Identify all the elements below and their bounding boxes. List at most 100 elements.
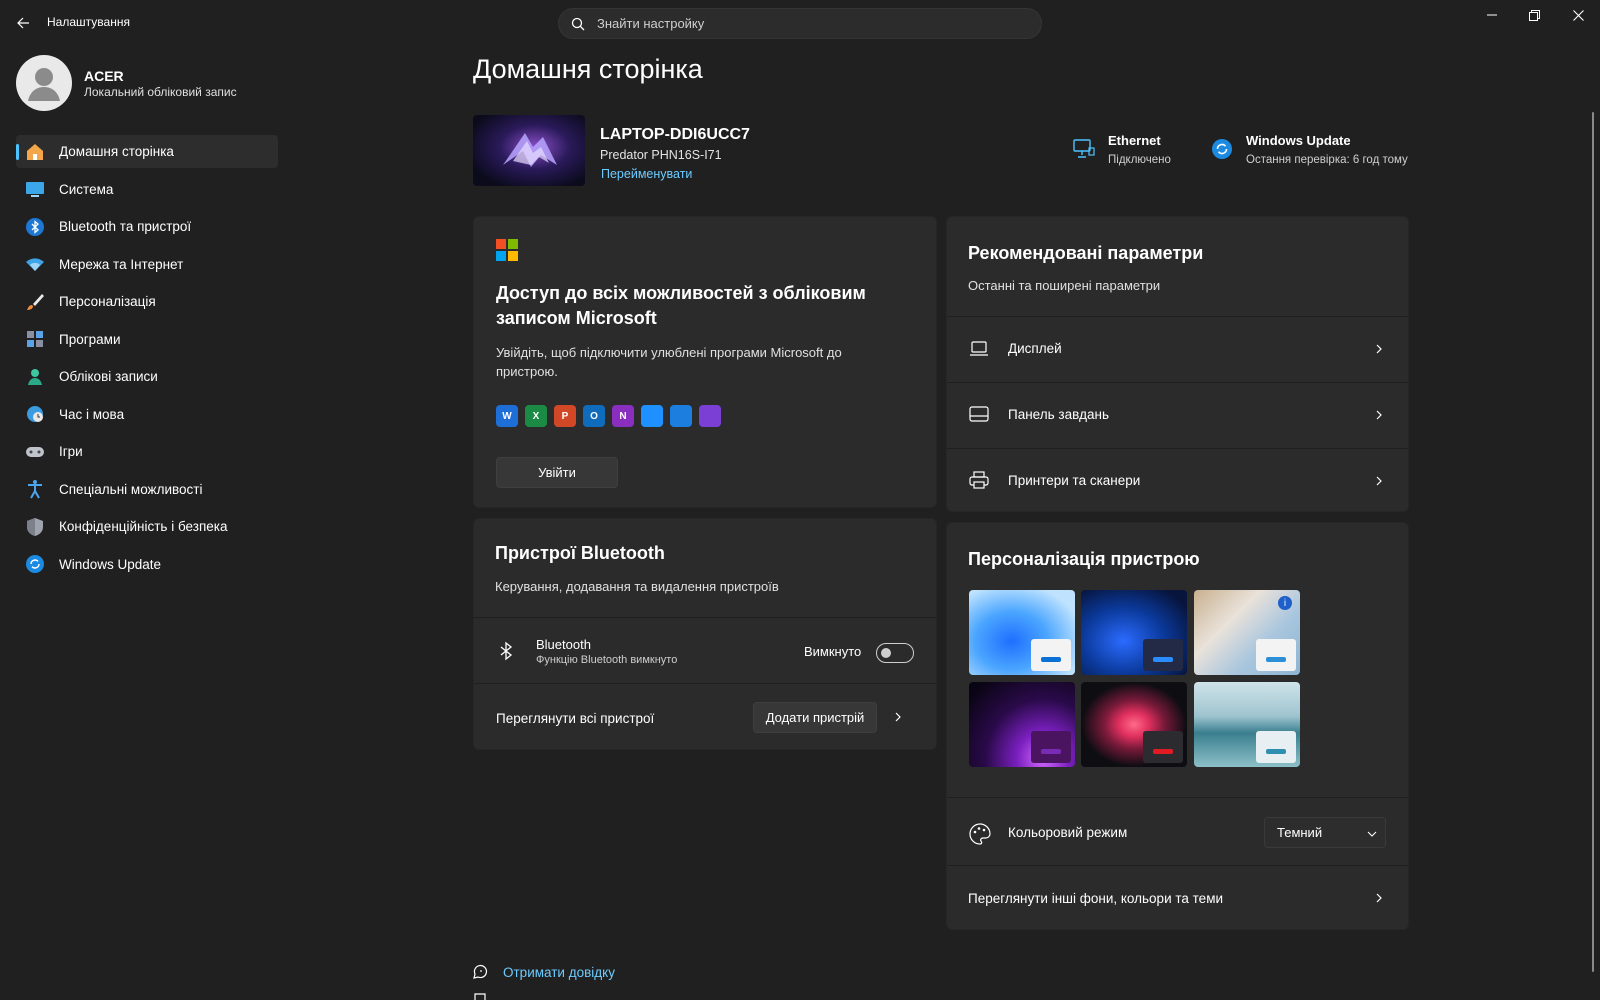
defender-icon <box>670 405 692 427</box>
search-icon <box>571 17 585 30</box>
laptop-icon <box>970 341 988 356</box>
theme-preview-window <box>1143 639 1183 671</box>
recommended-item-label: Принтери та сканери <box>1008 473 1141 488</box>
recommended-item-printers[interactable]: Принтери та сканери <box>947 449 1410 513</box>
bluetooth-card: Пристрої Bluetooth Керування, додавання … <box>473 518 937 750</box>
predator-logo-icon <box>503 133 557 167</box>
divider <box>474 683 936 684</box>
sidebar-item-privacy[interactable]: Конфіденційність і безпека <box>16 510 278 543</box>
bluetooth-toggle[interactable] <box>876 643 914 663</box>
ms-card-title: Доступ до всіх можливостей з обліковим з… <box>496 283 866 328</box>
sidebar-item-network[interactable]: Мережа та Інтернет <box>16 248 278 281</box>
bluetooth-sub: Функцію Bluetooth вимкнуто <box>536 654 678 666</box>
sidebar-item-system[interactable]: Система <box>16 173 278 206</box>
sidebar-item-label: Bluetooth та пристрої <box>59 219 192 234</box>
bluetooth-icon <box>500 641 513 661</box>
palette-icon <box>969 823 991 845</box>
device-wallpaper-thumbnail <box>473 115 585 186</box>
theme-thumbnail-1[interactable] <box>969 590 1075 675</box>
recommended-item-display[interactable]: Дисплей <box>947 317 1410 381</box>
sidebar-item-label: Windows Update <box>59 556 162 572</box>
theme-preview-window <box>1031 639 1071 671</box>
sidebar-item-accessibility[interactable]: Спеціальні можливості <box>16 473 278 506</box>
avatar[interactable] <box>16 55 72 111</box>
sidebar-item-gaming[interactable]: Ігри <box>16 435 278 468</box>
scrollbar[interactable] <box>1592 112 1594 972</box>
onedrive-icon <box>641 405 663 427</box>
wifi-icon <box>25 254 45 274</box>
theme-thumbnail-2[interactable] <box>1081 590 1187 675</box>
printer-icon <box>969 471 989 489</box>
sidebar-item-label: Мережа та Інтернет <box>59 256 184 272</box>
sidebar-item-label: Персоналізація <box>59 294 156 309</box>
title-bar: Налаштування <box>0 0 1600 46</box>
recommended-item-taskbar[interactable]: Панель завдань <box>947 383 1410 447</box>
theme-thumbnail-5[interactable] <box>1081 682 1187 767</box>
theme-thumbnail-6[interactable] <box>1194 682 1300 767</box>
sidebar-item-accounts[interactable]: Облікові записи <box>16 360 278 393</box>
view-all-devices[interactable]: Переглянути всі пристрої <box>496 711 654 726</box>
windows-update-icon <box>1212 139 1232 159</box>
clock-globe-icon <box>25 404 45 424</box>
device-model: Predator PHN16S-I71 <box>600 148 722 162</box>
info-icon: i <box>1278 596 1292 610</box>
sign-in-button[interactable]: Увійти <box>496 457 618 488</box>
brush-icon <box>25 292 45 312</box>
get-help-link[interactable]: Отримати довідку <box>503 965 615 980</box>
help-icon <box>473 964 488 979</box>
theme-preview-window <box>1256 639 1296 671</box>
home-icon <box>25 142 45 162</box>
bluetooth-state: Вимкнуто <box>804 644 862 659</box>
ethernet-status[interactable]: Ethernet Підключено <box>1072 133 1171 166</box>
more-themes-row[interactable]: Переглянути інші фони, кольори та теми <box>947 866 1410 930</box>
minimize-button[interactable] <box>1470 0 1514 30</box>
chevron-right-icon <box>1376 893 1382 903</box>
recommended-item-label: Панель завдань <box>1008 407 1109 422</box>
sidebar-item-label: Час і мова <box>59 406 125 422</box>
chevron-right-icon <box>1376 410 1382 420</box>
ethernet-icon <box>1073 139 1095 158</box>
search-box[interactable] <box>558 8 1042 39</box>
chevron-right-icon <box>1376 344 1382 354</box>
theme-preview-window <box>1256 731 1296 763</box>
gamepad-icon <box>25 442 45 462</box>
update-title: Windows Update <box>1246 133 1351 148</box>
restore-icon <box>1528 9 1540 21</box>
toggle-knob <box>881 648 891 658</box>
theme-thumbnail-3[interactable]: i <box>1194 590 1300 675</box>
account-type: Локальний обліковий запис <box>84 85 237 99</box>
accessibility-icon <box>25 479 45 499</box>
sidebar-item-windows-update[interactable]: Windows Update <box>16 548 278 581</box>
outlook-icon: O <box>583 405 605 427</box>
ms-card-description: Увійдіть, щоб підключити улюблені програ… <box>496 345 842 379</box>
back-button[interactable] <box>10 10 36 36</box>
clipchamp-icon <box>699 405 721 427</box>
restore-button[interactable] <box>1512 0 1556 30</box>
color-mode-dropdown[interactable]: Темний <box>1264 817 1386 848</box>
chevron-right-icon[interactable] <box>892 711 904 723</box>
recommended-settings-card: Рекомендовані параметри Останні та пошир… <box>946 216 1409 512</box>
more-themes-label: Переглянути інші фони, кольори та теми <box>968 891 1224 906</box>
theme-thumbnail-4[interactable] <box>969 682 1075 767</box>
sidebar-item-label: Домашня сторінка <box>59 144 174 159</box>
sidebar-item-home[interactable]: Домашня сторінка <box>16 135 278 168</box>
sidebar-item-time-language[interactable]: Час і мова <box>16 398 278 431</box>
system-icon <box>25 179 45 199</box>
close-button[interactable] <box>1556 0 1600 30</box>
windows-update-icon <box>25 554 45 574</box>
sidebar-item-label: Облікові записи <box>59 369 158 384</box>
sidebar-item-personalization[interactable]: Персоналізація <box>16 285 278 318</box>
device-name: LAPTOP-DDI6UCC7 <box>600 126 750 143</box>
divider <box>947 797 1408 798</box>
powerpoint-icon: P <box>554 405 576 427</box>
rename-link[interactable]: Перейменувати <box>601 167 692 181</box>
sidebar-item-apps[interactable]: Програми <box>16 323 278 356</box>
windows-update-status[interactable]: Windows Update Остання перевірка: 6 год … <box>1210 133 1408 166</box>
microsoft-account-card: Доступ до всіх можливостей з обліковим з… <box>473 216 937 508</box>
add-device-button[interactable]: Додати пристрій <box>753 702 877 733</box>
divider <box>474 617 936 618</box>
search-input[interactable] <box>597 16 1017 31</box>
sidebar-item-bluetooth[interactable]: Bluetooth та пристрої <box>16 210 278 243</box>
ms-apps-row: WXPON <box>496 405 721 427</box>
recommended-title: Рекомендовані параметри <box>968 243 1204 263</box>
